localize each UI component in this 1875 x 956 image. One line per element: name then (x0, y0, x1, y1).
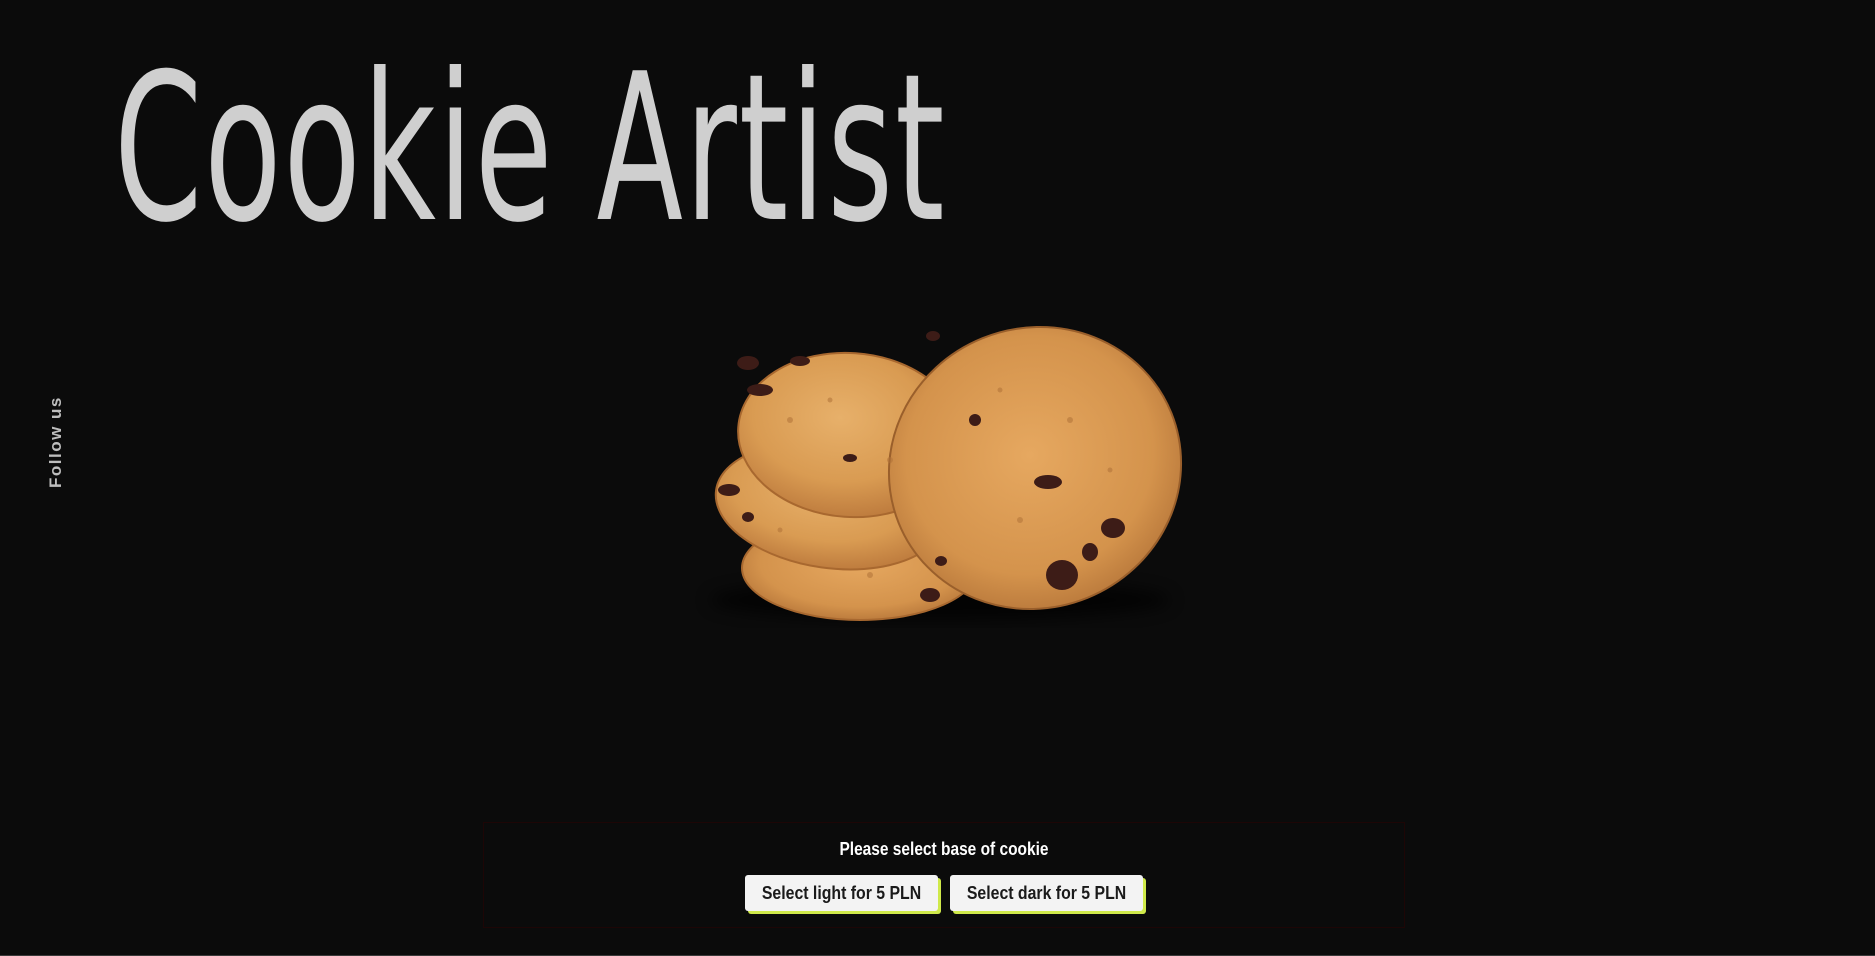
select-dark-label: Select dark for 5 PLN (966, 882, 1127, 903)
select-light-label: Select light for 5 PLN (761, 882, 922, 903)
select-light-button[interactable]: Select light for 5 PLN (744, 875, 938, 911)
selector-prompt: Please select base of cookie (839, 839, 1049, 859)
follow-us-link[interactable]: Follow us (46, 396, 66, 488)
cookies-image (710, 325, 1183, 621)
selector-button-row: Select light for 5 PLN Select dark for 5… (484, 875, 1404, 911)
cookie-base-selector: Please select base of cookie Select ligh… (483, 822, 1405, 928)
select-dark-button[interactable]: Select dark for 5 PLN (949, 875, 1144, 911)
page-background: Cookie Artist Follow us Please select ba… (0, 0, 1875, 956)
page-title: Cookie Artist (114, 31, 947, 268)
